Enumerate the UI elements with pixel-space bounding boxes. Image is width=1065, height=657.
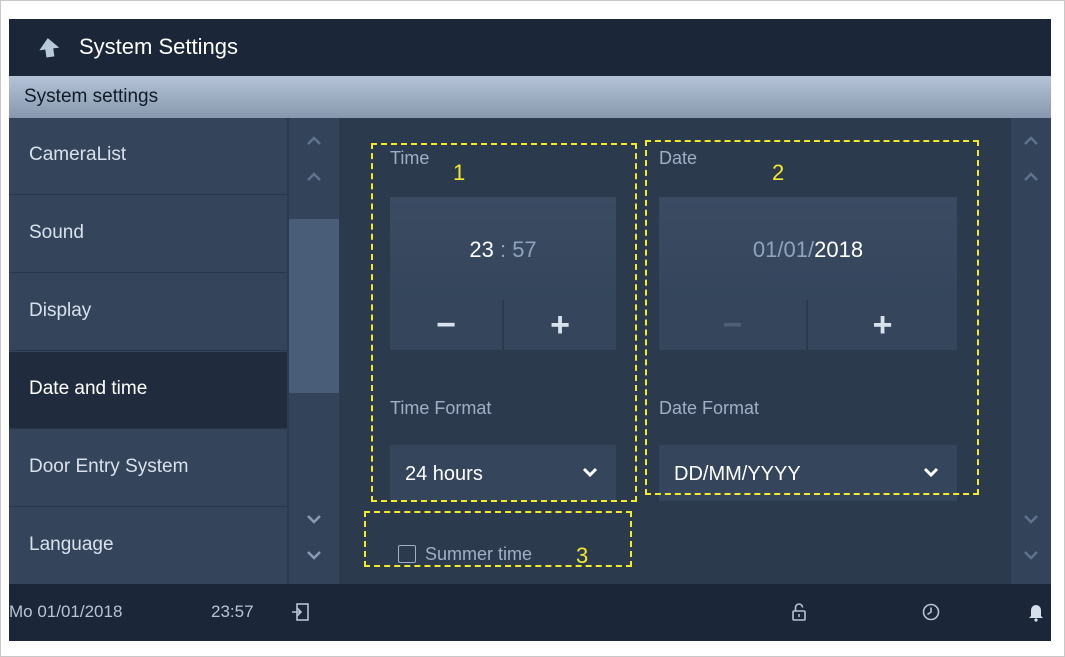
annotation-marker-3: 3 (576, 543, 589, 568)
chevron-down-icon (307, 515, 321, 560)
chevron-up-icon (307, 136, 321, 181)
content-scrollbar[interactable] (1011, 118, 1051, 584)
annotation-box-summer-time (364, 511, 632, 567)
section-header: System settings (9, 76, 1051, 118)
annotation-marker-2: 2 (772, 160, 785, 185)
frame: System Settings System settings CameraLi… (0, 0, 1065, 657)
sidebar-item-display[interactable]: Display (9, 274, 287, 351)
bell-icon[interactable] (1028, 602, 1044, 622)
back-arrow-icon[interactable] (38, 36, 60, 58)
lock-icon[interactable] (790, 602, 808, 622)
page-title: System Settings (79, 34, 238, 59)
sidebar-item-label: CameraList (29, 144, 127, 165)
chevron-down-icon (1024, 515, 1038, 560)
annotation-marker-1: 1 (453, 160, 466, 185)
annotation-box-date (645, 140, 979, 495)
sidebar-item-cameralist[interactable]: CameraList (9, 118, 287, 195)
sidebar-item-door-entry-system[interactable]: Door Entry System (9, 430, 287, 507)
sidebar-item-label: Door Entry System (29, 456, 189, 477)
sidebar-item-label: Date and time (29, 378, 148, 399)
content-scroll-down-button[interactable] (1011, 494, 1051, 584)
status-bar: Mo 01/01/2018 23:57 (9, 584, 1051, 641)
sidebar-scrollbar[interactable] (289, 118, 339, 584)
device-screen: System Settings System settings CameraLi… (9, 19, 1051, 641)
sidebar-item-language[interactable]: Language (9, 508, 287, 585)
sidebar-item-label: Sound (29, 222, 84, 243)
date-time-panel: Time 23 : 57 − + Time Format 24 hours Da… (339, 118, 1011, 584)
sidebar-item-date-and-time[interactable]: Date and time (9, 352, 287, 429)
logout-icon[interactable] (291, 602, 311, 622)
sidebar-item-label: Display (29, 300, 92, 321)
content-scroll-up-button[interactable] (1011, 118, 1051, 208)
scroll-up-button[interactable] (289, 118, 339, 208)
sidebar: CameraList Sound Display Date and time D… (9, 118, 287, 584)
status-time: 23:57 (211, 602, 254, 621)
section-title: System settings (24, 86, 159, 107)
sidebar-item-label: Language (29, 534, 114, 555)
chevron-up-icon (1024, 136, 1038, 181)
status-date: Mo 01/01/2018 (9, 602, 123, 621)
sidebar-item-sound[interactable]: Sound (9, 196, 287, 273)
clock-icon[interactable] (921, 602, 941, 622)
scroll-down-button[interactable] (289, 494, 339, 584)
scrollbar-thumb[interactable] (289, 219, 339, 393)
title-bar: System Settings (9, 19, 1051, 76)
annotation-box-time (371, 143, 637, 502)
